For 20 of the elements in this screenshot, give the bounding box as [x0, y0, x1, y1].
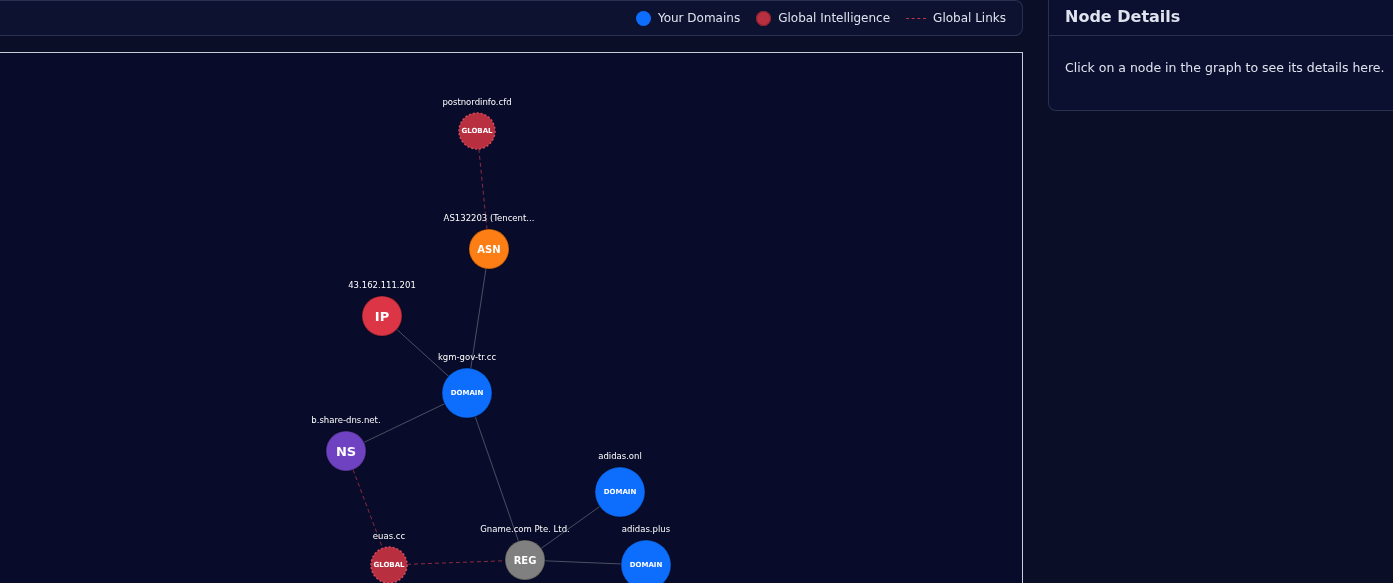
node-type-label: NS: [335, 443, 357, 459]
node-label: kgm-gov-tr.cc: [437, 352, 497, 362]
node-type-label: IP: [374, 308, 390, 324]
legend-label: Your Domains: [657, 11, 741, 25]
node-label: 43.162.111.201: [348, 280, 416, 290]
node-label: b.share-dns.net.: [311, 415, 381, 425]
panel-title: Node Details: [1049, 0, 1393, 36]
node-type-label: ASN: [477, 243, 501, 255]
details-message: Click on a node in the graph to see its details here.: [1064, 59, 1386, 77]
node-label: adidas.plus: [621, 524, 671, 534]
graph-node[interactable]: [458, 112, 496, 150]
node-type-label: REG: [513, 554, 537, 566]
node-label: Gname.com Pte. Ltd.: [480, 524, 570, 534]
legend-label: Global Links: [933, 11, 1006, 25]
node-label: euas.cc: [372, 531, 406, 541]
legend-label: Global Intelligence: [778, 11, 891, 25]
node-label: adidas.onl: [598, 451, 642, 461]
node-label: AS132203 (Tencent...: [443, 213, 535, 223]
node-label: postnordinfo.cfd: [442, 97, 512, 107]
graph-node[interactable]: [370, 546, 408, 583]
